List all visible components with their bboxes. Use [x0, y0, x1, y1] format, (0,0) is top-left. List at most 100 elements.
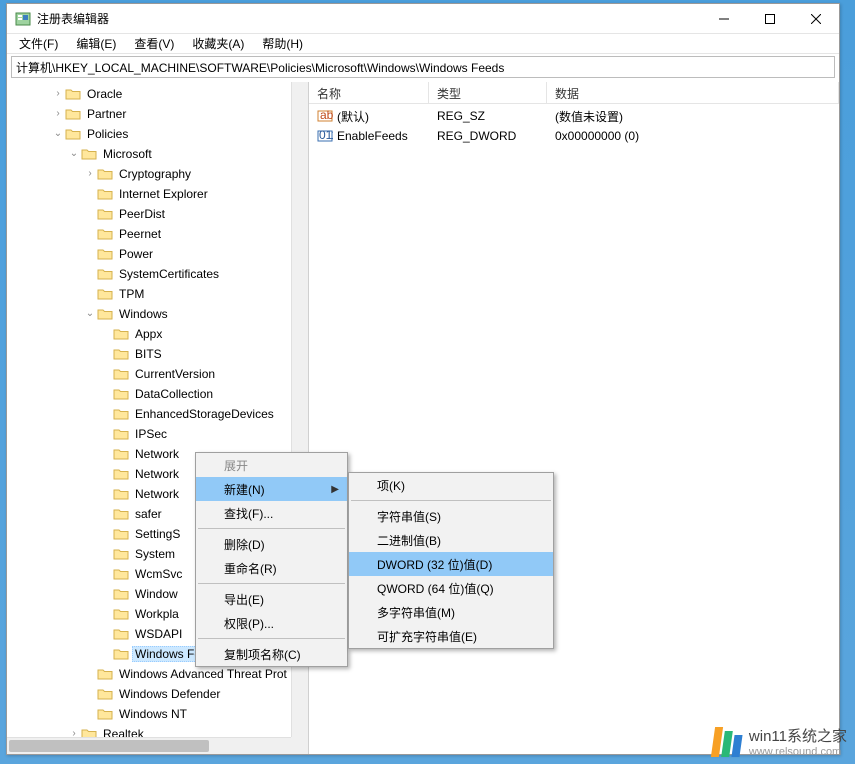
- collapse-icon[interactable]: ⌄: [67, 149, 81, 159]
- menu-separator: [198, 583, 345, 584]
- tree-item[interactable]: PeerDist: [7, 204, 291, 224]
- value-name: EnableFeeds: [337, 129, 408, 143]
- menu-item[interactable]: 新建(N)▶: [196, 477, 347, 501]
- folder-icon: [113, 327, 129, 341]
- window-controls: [701, 4, 839, 34]
- folder-icon: [97, 187, 113, 201]
- expand-icon[interactable]: ›: [51, 109, 65, 119]
- menu-item[interactable]: 字符串值(S): [349, 504, 553, 528]
- tree-label: SystemCertificates: [116, 266, 222, 282]
- expand-icon[interactable]: ›: [51, 89, 65, 99]
- tree-label: Network: [132, 466, 182, 482]
- folder-icon: [113, 547, 129, 561]
- expand-icon[interactable]: ›: [67, 729, 81, 737]
- menu-view[interactable]: 查看(V): [126, 34, 182, 53]
- folder-icon: [97, 167, 113, 181]
- tree-label: Policies: [84, 126, 131, 142]
- menu-item[interactable]: QWORD (64 位)值(Q): [349, 576, 553, 600]
- tree-item[interactable]: ⌄ Policies: [7, 124, 291, 144]
- menu-favorites[interactable]: 收藏夹(A): [184, 34, 252, 53]
- collapse-icon[interactable]: ⌄: [83, 309, 97, 319]
- maximize-button[interactable]: [747, 4, 793, 34]
- value-data: (数值未设置): [547, 108, 631, 125]
- tree-item[interactable]: Appx: [7, 324, 291, 344]
- col-name[interactable]: 名称: [309, 82, 429, 103]
- tree-scrollbar-horizontal[interactable]: [7, 737, 291, 754]
- menu-item: 展开: [196, 453, 347, 477]
- menu-edit[interactable]: 编辑(E): [68, 34, 124, 53]
- tree-item[interactable]: ›Partner: [7, 104, 291, 124]
- value-row[interactable]: ab(默认)REG_SZ(数值未设置): [309, 106, 839, 126]
- tree-item[interactable]: TPM: [7, 284, 291, 304]
- tree-item[interactable]: CurrentVersion: [7, 364, 291, 384]
- tree-label: Internet Explorer: [116, 186, 211, 202]
- col-type[interactable]: 类型: [429, 82, 547, 103]
- value-type: REG_DWORD: [429, 129, 547, 143]
- menu-item[interactable]: 权限(P)...: [196, 611, 347, 635]
- folder-icon: [97, 707, 113, 721]
- values-list[interactable]: ab(默认)REG_SZ(数值未设置)011EnableFeedsREG_DWO…: [309, 104, 839, 148]
- tree-item[interactable]: Peernet: [7, 224, 291, 244]
- menu-item[interactable]: 重命名(R): [196, 556, 347, 580]
- folder-icon: [97, 687, 113, 701]
- menu-item[interactable]: 导出(E): [196, 587, 347, 611]
- tree-item[interactable]: DataCollection: [7, 384, 291, 404]
- tree-item[interactable]: Windows Defender: [7, 684, 291, 704]
- menu-help[interactable]: 帮助(H): [254, 34, 311, 53]
- close-button[interactable]: [793, 4, 839, 34]
- tree-item[interactable]: ⌄Windows: [7, 304, 291, 324]
- menu-item-label: QWORD (64 位)值(Q): [377, 580, 494, 597]
- tree-item[interactable]: ⌄Microsoft: [7, 144, 291, 164]
- menu-item[interactable]: 复制项名称(C): [196, 642, 347, 666]
- tree-item[interactable]: Internet Explorer: [7, 184, 291, 204]
- folder-icon: [97, 207, 113, 221]
- tree-item[interactable]: › Cryptography: [7, 164, 291, 184]
- tree-item[interactable]: ›Oracle: [7, 84, 291, 104]
- menu-item[interactable]: 删除(D): [196, 532, 347, 556]
- collapse-icon[interactable]: ⌄: [51, 129, 65, 139]
- tree-label: WcmSvc: [132, 566, 185, 582]
- tree-item[interactable]: EnhancedStorageDevices: [7, 404, 291, 424]
- menu-separator: [351, 500, 551, 501]
- tree-label: Power: [116, 246, 156, 262]
- folder-icon: [65, 127, 81, 141]
- menu-item-label: 查找(F)...: [224, 505, 273, 522]
- scroll-thumb[interactable]: [9, 740, 209, 752]
- folder-icon: [113, 587, 129, 601]
- menu-item[interactable]: 可扩充字符串值(E): [349, 624, 553, 648]
- tree-item[interactable]: IPSec: [7, 424, 291, 444]
- tree-item[interactable]: Windows Advanced Threat Prot: [7, 664, 291, 684]
- folder-icon: [113, 347, 129, 361]
- menu-file[interactable]: 文件(F): [11, 34, 66, 53]
- menu-item[interactable]: 二进制值(B): [349, 528, 553, 552]
- address-text: 计算机\HKEY_LOCAL_MACHINE\SOFTWARE\Policies…: [16, 59, 504, 76]
- menu-item-label: 导出(E): [224, 591, 264, 608]
- address-bar[interactable]: 计算机\HKEY_LOCAL_MACHINE\SOFTWARE\Policies…: [11, 56, 835, 78]
- folder-icon: [81, 147, 97, 161]
- tree-item[interactable]: Power: [7, 244, 291, 264]
- menu-item-label: 字符串值(S): [377, 508, 441, 525]
- value-data: 0x00000000 (0): [547, 129, 647, 143]
- col-data[interactable]: 数据: [547, 82, 839, 103]
- expand-icon[interactable]: ›: [83, 169, 97, 179]
- tree-label: Peernet: [116, 226, 164, 242]
- menu-item[interactable]: 多字符串值(M): [349, 600, 553, 624]
- tree-item[interactable]: Windows NT: [7, 704, 291, 724]
- minimize-button[interactable]: [701, 4, 747, 34]
- tree-label: SettingS: [132, 526, 183, 542]
- menu-item[interactable]: 查找(F)...: [196, 501, 347, 525]
- folder-icon: [113, 647, 129, 661]
- value-row[interactable]: 011EnableFeedsREG_DWORD0x00000000 (0): [309, 126, 839, 146]
- tree-item[interactable]: SystemCertificates: [7, 264, 291, 284]
- menu-item[interactable]: 项(K): [349, 473, 553, 497]
- menu-item-label: 权限(P)...: [224, 615, 274, 632]
- tree-label: Appx: [132, 326, 165, 342]
- values-pane: 名称 类型 数据 ab(默认)REG_SZ(数值未设置)011EnableFee…: [309, 82, 839, 754]
- tree-label: DataCollection: [132, 386, 216, 402]
- tree-item[interactable]: BITS: [7, 344, 291, 364]
- tree-label: Cryptography: [116, 166, 194, 182]
- menu-item-label: 二进制值(B): [377, 532, 441, 549]
- tree-item[interactable]: ›Realtek: [7, 724, 291, 737]
- menu-item[interactable]: DWORD (32 位)值(D): [349, 552, 553, 576]
- folder-icon: [113, 507, 129, 521]
